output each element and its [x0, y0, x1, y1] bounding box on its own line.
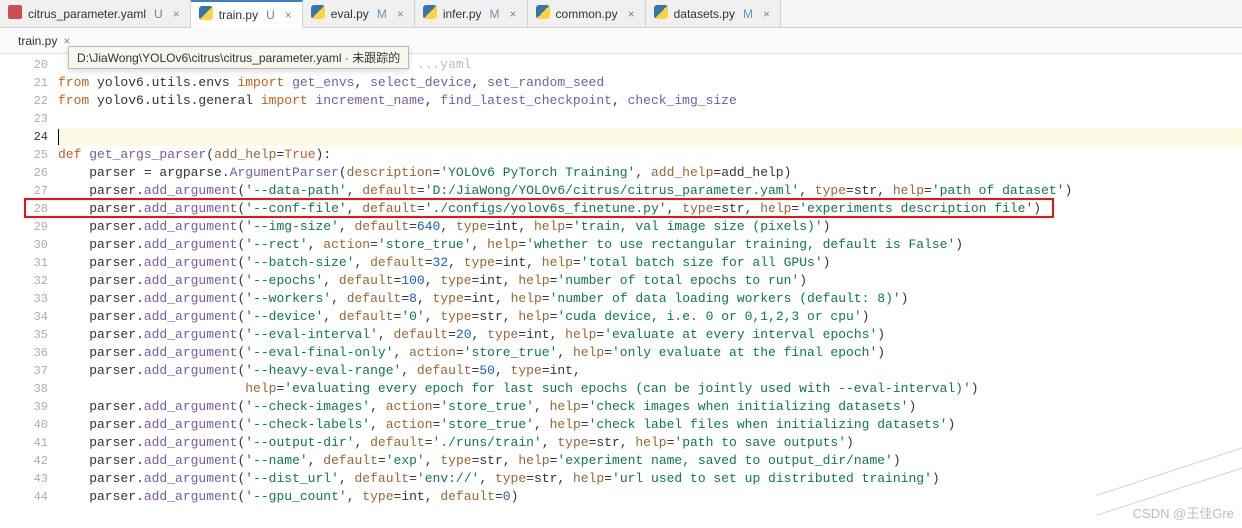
tab-train[interactable]: train.py U × — [191, 0, 303, 28]
subtab-label[interactable]: train.py — [18, 34, 57, 48]
vcs-status: M — [377, 7, 387, 21]
code-area[interactable]: ...yamlfrom yolov6.utils.envs import get… — [58, 54, 1242, 528]
tab-label: infer.py — [443, 7, 482, 21]
tab-label: datasets.py — [674, 7, 735, 21]
tab-label: train.py — [219, 8, 258, 22]
vcs-status: M — [490, 7, 500, 21]
vcs-status: U — [154, 7, 163, 21]
python-icon — [654, 5, 668, 22]
close-icon[interactable]: × — [628, 7, 635, 21]
tab-label: citrus_parameter.yaml — [28, 7, 146, 21]
tab-datasets[interactable]: datasets.py M × — [646, 0, 781, 27]
close-icon[interactable]: × — [397, 7, 404, 21]
tab-eval[interactable]: eval.py M × — [303, 0, 415, 27]
editor-tabs-bar: citrus_parameter.yaml U × train.py U × e… — [0, 0, 1242, 28]
vcs-status: M — [743, 7, 753, 21]
python-icon — [536, 5, 550, 22]
tab-infer[interactable]: infer.py M × — [415, 0, 528, 27]
close-icon[interactable]: × — [285, 8, 292, 22]
python-icon — [423, 5, 437, 22]
tab-label: eval.py — [331, 7, 369, 21]
python-icon — [311, 5, 325, 22]
tab-label: common.py — [556, 7, 618, 21]
tab-citrus-parameter[interactable]: citrus_parameter.yaml U × — [0, 0, 191, 27]
vcs-status: U — [266, 8, 275, 22]
tab-common[interactable]: common.py × — [528, 0, 646, 27]
code-editor[interactable]: 2021222324252627282930313233343536373839… — [0, 54, 1242, 528]
close-icon[interactable]: × — [763, 7, 770, 21]
tab-tooltip: D:\JiaWong\YOLOv6\citrus\citrus_paramete… — [68, 46, 409, 69]
close-icon[interactable]: × — [173, 7, 180, 21]
close-icon[interactable]: × — [510, 7, 517, 21]
yaml-icon — [8, 5, 22, 22]
line-number-gutter: 2021222324252627282930313233343536373839… — [0, 54, 58, 528]
python-icon — [199, 6, 213, 23]
